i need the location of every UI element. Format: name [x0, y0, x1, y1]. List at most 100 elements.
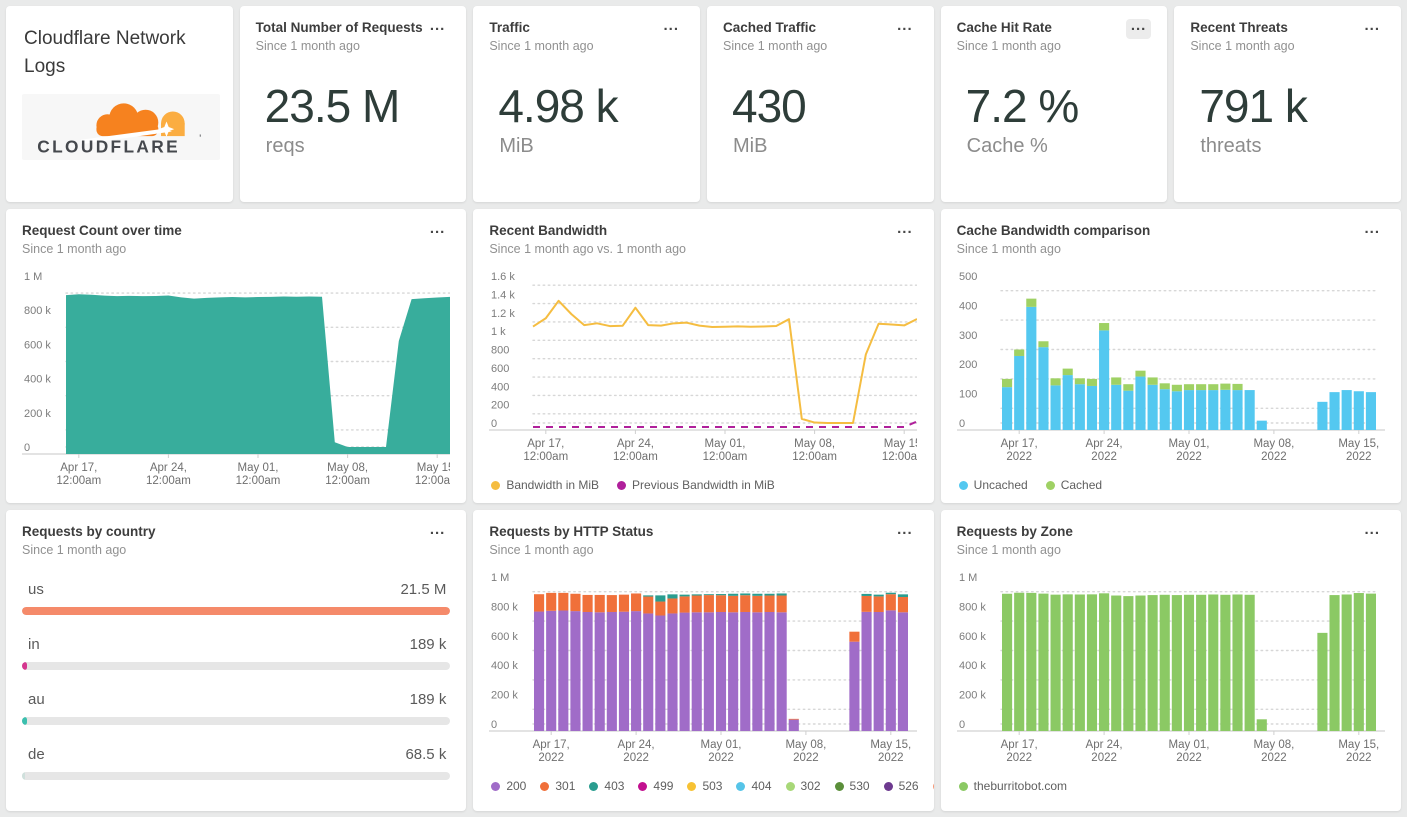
card-menu-button[interactable]: ...: [425, 18, 451, 39]
stat-unit: reqs: [265, 135, 305, 158]
legend-label: 404: [751, 779, 772, 794]
legend-item[interactable]: 503: [687, 779, 722, 793]
card-subtitle: Since 1 month ago: [723, 39, 828, 54]
svg-text:200 k: 200 k: [24, 408, 51, 420]
legend-item[interactable]: 524: [932, 779, 934, 793]
card-subtitle: Since 1 month ago: [956, 242, 1061, 257]
svg-text:Apr 17,12:00am: Apr 17, 12:00am: [524, 438, 569, 463]
card-menu-button[interactable]: ...: [892, 221, 918, 242]
card-menu-button[interactable]: ...: [425, 522, 451, 543]
cache-bandwidth-chart[interactable]: 500 400 300 200 100 0 Apr 17, 2022 Apr 24, 2022 Ma…: [956, 266, 1385, 470]
card-cache-hit-rate: Cache Hit Rate Since 1 month ago ... 7.2…: [940, 6, 1168, 202]
country-row-au: au 189 k: [22, 691, 451, 726]
card-menu-button[interactable]: ...: [892, 18, 918, 39]
legend-label: 403: [604, 779, 625, 794]
chart-legend: theburritobot.com: [957, 779, 1385, 793]
card-traffic: Traffic Since 1 month ago ... 4.98 k MiB: [473, 6, 700, 202]
card-title: Requests by HTTP Status: [489, 524, 654, 539]
svg-text:0: 0: [491, 418, 497, 430]
legend-dot-icon: [638, 781, 648, 791]
svg-text:May 15,2022: May 15, 2022: [871, 739, 912, 764]
legend-label: 526: [898, 779, 919, 794]
card-request-count-over-time: Request Count over time Since 1 month ag…: [6, 209, 467, 503]
svg-text:200 k: 200 k: [959, 690, 986, 702]
legend-item[interactable]: Uncached: [958, 478, 1028, 492]
svg-text:600 k: 600 k: [491, 631, 518, 643]
svg-text:800 k: 800 k: [491, 602, 518, 614]
svg-text:Apr 17,2022: Apr 17, 2022: [1000, 438, 1037, 463]
svg-text:May 15,2022: May 15, 2022: [1338, 438, 1379, 463]
chart-canvas: 1 M 800 k 600 k 400 k 200 k 0 Apr 17, 2022 Apr 2…: [489, 572, 918, 764]
country-row-in: in 189 k: [22, 636, 451, 671]
svg-text:600 k: 600 k: [24, 340, 51, 352]
legend-label: Bandwidth in MiB: [506, 478, 600, 493]
card-menu-button[interactable]: ...: [425, 221, 451, 242]
country-bar-track: [22, 717, 451, 726]
legend-dot-icon: [834, 781, 844, 791]
card-menu-button[interactable]: ...: [1359, 18, 1385, 39]
card-menu-button[interactable]: ...: [1359, 221, 1385, 242]
legend-item[interactable]: 530: [834, 779, 870, 794]
card-title: Recent Threats: [1190, 20, 1288, 35]
chart-canvas: 1 M 800 k 600 k 400 k 200 k 0 Apr 17, 2022 Apr 2…: [956, 572, 1385, 764]
legend-label: 499: [653, 779, 674, 794]
card-menu-button[interactable]: ...: [1125, 18, 1152, 39]
svg-text:300: 300: [959, 330, 977, 342]
svg-text:600: 600: [491, 363, 509, 375]
legend-item[interactable]: Previous Bandwidth in MiB: [617, 478, 775, 492]
svg-text:500: 500: [959, 271, 977, 283]
recent-bandwidth-chart[interactable]: 1.6 k 1.4 k 1.2 k 1 k 800 600 400 200 0 Apr 17, 12…: [489, 266, 918, 470]
svg-text:May 01,12:00am: May 01, 12:00am: [703, 438, 748, 463]
legend-item[interactable]: 200: [491, 779, 526, 793]
svg-text:May 15,12:00am: May 15,12:00am: [882, 438, 917, 463]
legend-item[interactable]: 404: [736, 779, 772, 794]
chart-legend: 200 301 403 499 503 404 302 530 526 524: [489, 779, 934, 794]
chart-canvas: 1 M 800 k 600 k 400 k 200 k 0 Apr 17, 12:00am Ap…: [22, 271, 450, 487]
svg-text:400 k: 400 k: [959, 660, 986, 672]
card-menu-button[interactable]: ...: [892, 522, 918, 543]
country-label: in: [28, 636, 40, 654]
country-bar-track: [22, 772, 451, 781]
legend-dot-icon: [617, 480, 627, 490]
svg-text:200: 200: [491, 400, 509, 412]
legend-item[interactable]: theburritobot.com: [958, 779, 1067, 793]
svg-text:0: 0: [491, 719, 497, 731]
card-subtitle: Since 1 month ago: [22, 242, 127, 257]
legend-item[interactable]: 301: [540, 779, 575, 793]
svg-text:800 k: 800 k: [24, 305, 51, 317]
svg-text:1 M: 1 M: [959, 572, 977, 584]
svg-text:400 k: 400 k: [24, 374, 51, 386]
svg-text:600 k: 600 k: [959, 631, 986, 643]
stat-unit: MiB: [733, 135, 768, 158]
http-status-chart[interactable]: 1 M 800 k 600 k 400 k 200 k 0 Apr 17, 2022 Apr 2…: [489, 567, 918, 771]
legend-label: Cached: [1060, 478, 1103, 493]
country-value: 189 k: [409, 691, 447, 709]
svg-text:Apr 24,12:00am: Apr 24, 12:00am: [613, 438, 658, 463]
stat-row: Cloudflare Network Logs CLOUDFLARE ' Tot…: [6, 6, 1401, 202]
card-subtitle: Since 1 month ago vs. 1 month ago: [489, 242, 686, 257]
zone-chart[interactable]: 1 M 800 k 600 k 400 k 200 k 0 Apr 17, 2022 Apr 2…: [956, 567, 1385, 771]
request-count-chart[interactable]: 1 M 800 k 600 k 400 k 200 k 0 Apr 17, 12:00am Ap…: [22, 266, 450, 494]
legend-item[interactable]: 526: [883, 779, 919, 794]
card-title: Recent Bandwidth: [489, 223, 608, 238]
svg-text:1.6 k: 1.6 k: [491, 271, 515, 283]
card-title: Requests by country: [22, 524, 156, 539]
svg-text:May 01,2022: May 01, 2022: [1168, 739, 1209, 764]
card-menu-button[interactable]: ...: [1359, 522, 1385, 543]
card-menu-button[interactable]: ...: [658, 18, 684, 39]
country-bar-fill: [22, 772, 25, 781]
legend-item[interactable]: 403: [589, 779, 624, 793]
legend-label: 530: [849, 779, 870, 794]
svg-text:1.4 k: 1.4 k: [491, 290, 515, 302]
svg-text:May 01,12:00am: May 01, 12:00am: [236, 462, 281, 487]
svg-text:100: 100: [959, 389, 977, 401]
legend-label: 503: [702, 779, 723, 794]
svg-text:1.2 k: 1.2 k: [491, 308, 515, 320]
legend-item[interactable]: Bandwidth in MiB: [491, 478, 599, 492]
legend-item[interactable]: 302: [785, 779, 821, 793]
legend-item[interactable]: 499: [638, 779, 673, 793]
legend-item[interactable]: Cached: [1045, 478, 1103, 493]
card-subtitle: Since 1 month ago: [956, 39, 1061, 54]
country-bar-fill: [22, 607, 451, 616]
page-title: Cloudflare Network Logs: [24, 28, 186, 77]
